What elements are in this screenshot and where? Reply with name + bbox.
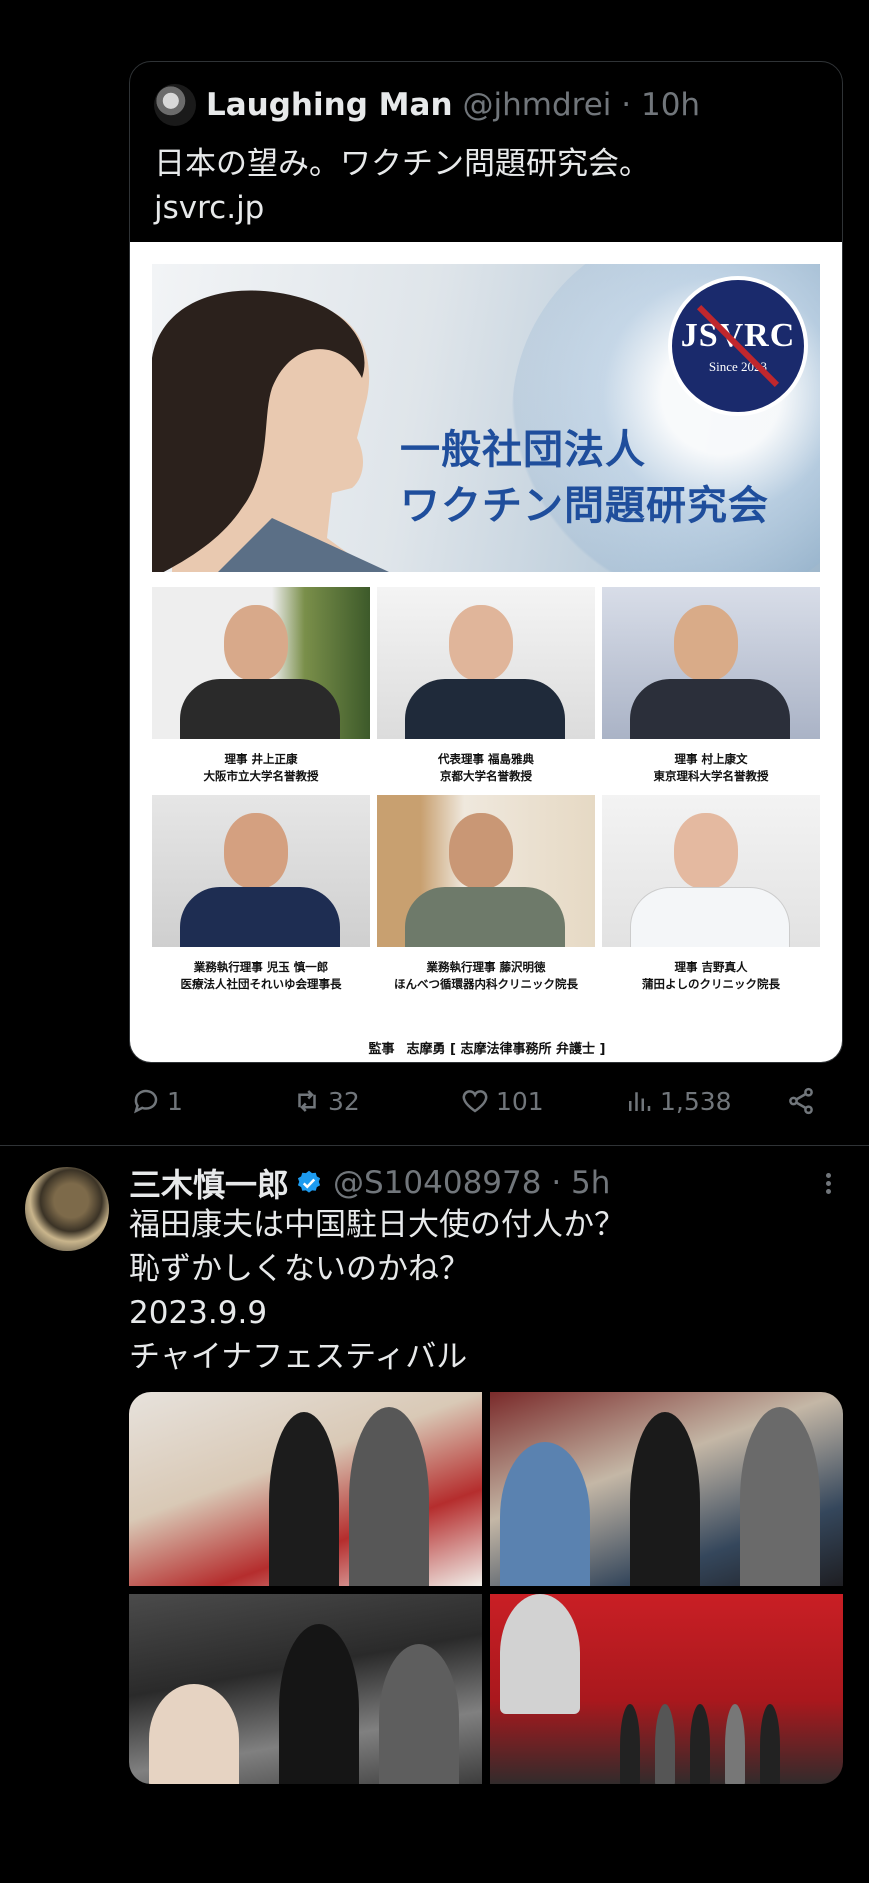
girl-profile-illustration	[152, 290, 389, 572]
member-caption: 理事 村上康文 東京理科大学名誉教授	[653, 752, 769, 783]
share-icon	[789, 1087, 813, 1115]
supervisor-label: 監事	[368, 1042, 395, 1057]
tweet-photo[interactable]	[490, 1594, 843, 1784]
author-name[interactable]: 三木慎一郎	[129, 1160, 289, 1206]
jsvrc-banner: JSVRC Since 2023 一般社団法人 ワクチン問題研究会	[152, 264, 820, 572]
member-photo	[377, 587, 595, 739]
member-card: 理事 井上正康 大阪市立大学名誉教授	[152, 587, 370, 785]
verified-badge-icon	[297, 1170, 321, 1193]
jsvrc-logo: JSVRC Since 2023	[668, 276, 808, 416]
tweet-text-line: 2023.9.9	[129, 1295, 268, 1331]
quoted-tweet-card[interactable]: Laughing Man @jhmdrei · 10h 日本の望み。ワクチン問題…	[129, 61, 843, 1063]
author-avatar[interactable]	[25, 1167, 109, 1251]
quoted-tweet-image[interactable]: JSVRC Since 2023 一般社団法人 ワクチン問題研究会 理事 井上正…	[130, 242, 842, 1062]
member-caption: 理事 吉野真人 蒲田よしのクリニック院長	[642, 960, 780, 991]
tweet-text-line: 恥ずかしくないのかね？	[129, 1251, 470, 1287]
member-photo	[152, 795, 370, 947]
member-caption: 代表理事 福島雅典 京都大学名誉教授	[437, 752, 534, 783]
tweet-actions: 1 32 101 1,538	[0, 1086, 869, 1126]
member-photo	[602, 587, 820, 739]
tweet-photo[interactable]	[129, 1392, 482, 1586]
quoted-author-name[interactable]: Laughing Man	[206, 87, 453, 123]
member-card: 理事 吉野真人 蒲田よしのクリニック院長	[602, 795, 820, 993]
member-caption: 業務執行理事 児玉 慎一郎 医療法人社団それいゆ会理事長	[180, 960, 342, 991]
like-count: 101	[496, 1086, 544, 1116]
member-caption: 理事 井上正康 大阪市立大学名誉教授	[203, 752, 319, 783]
share-button[interactable]	[786, 1086, 822, 1116]
repost-icon	[298, 1090, 316, 1112]
member-caption: 業務執行理事 藤沢明徳 ほんべつ循環器内科クリニック院長	[394, 960, 578, 991]
repost-count: 32	[328, 1086, 360, 1116]
member-card: 理事 村上康文 東京理科大学名誉教授	[602, 587, 820, 785]
banner-title: 一般社団法人 ワクチン問題研究会	[400, 422, 769, 534]
supervisor-name: 志摩勇 [ 志摩法律事務所 弁護士 ]	[406, 1042, 606, 1057]
quoted-tweet-link[interactable]: jsvrc.jp	[154, 186, 264, 230]
tweet-text-line: チャイナフェスティバル	[129, 1339, 468, 1375]
author-handle: @S10408978 · 5h	[333, 1165, 611, 1201]
member-photo	[602, 795, 820, 947]
like-button[interactable]: 101	[460, 1086, 544, 1116]
reply-button[interactable]: 1	[131, 1086, 183, 1116]
heart-icon	[462, 1090, 488, 1113]
reply-count: 1	[167, 1086, 183, 1116]
tweet-divider	[0, 1145, 869, 1146]
quoted-author-handle: @jhmdrei · 10h	[462, 87, 701, 123]
repost-button[interactable]: 32	[292, 1086, 360, 1116]
tweet-photo-grid	[129, 1392, 843, 1784]
tweet-photo[interactable]	[490, 1392, 843, 1586]
member-photo	[377, 795, 595, 947]
tweet-header: 三木慎一郎 @S10408978 · 5h	[129, 1158, 610, 1208]
supervisor-line: 監事 志摩勇 [ 志摩法律事務所 弁護士 ]	[130, 1038, 842, 1057]
member-card: 業務執行理事 児玉 慎一郎 医療法人社団それいゆ会理事長	[152, 795, 370, 993]
more-options-icon[interactable]	[816, 1170, 840, 1198]
banner-title-line2: ワクチン問題研究会	[400, 483, 769, 529]
member-card: 業務執行理事 藤沢明徳 ほんべつ循環器内科クリニック院長	[377, 795, 595, 993]
views-button[interactable]: 1,538	[624, 1086, 732, 1116]
quoted-tweet-header: Laughing Man @jhmdrei · 10h	[154, 84, 700, 126]
quoted-tweet-text: 日本の望み。ワクチン問題研究会。	[154, 146, 650, 182]
tweet-photo[interactable]	[129, 1594, 482, 1784]
reply-icon	[134, 1089, 158, 1114]
banner-title-line1: 一般社団法人	[400, 427, 646, 473]
quoted-author-avatar[interactable]	[154, 84, 196, 126]
tweet-text-line: 福田康夫は中国駐日大使の付人か？	[129, 1207, 625, 1243]
views-count: 1,538	[660, 1086, 732, 1116]
member-photo	[152, 587, 370, 739]
member-card: 代表理事 福島雅典 京都大学名誉教授	[377, 587, 595, 785]
views-icon	[629, 1092, 651, 1111]
